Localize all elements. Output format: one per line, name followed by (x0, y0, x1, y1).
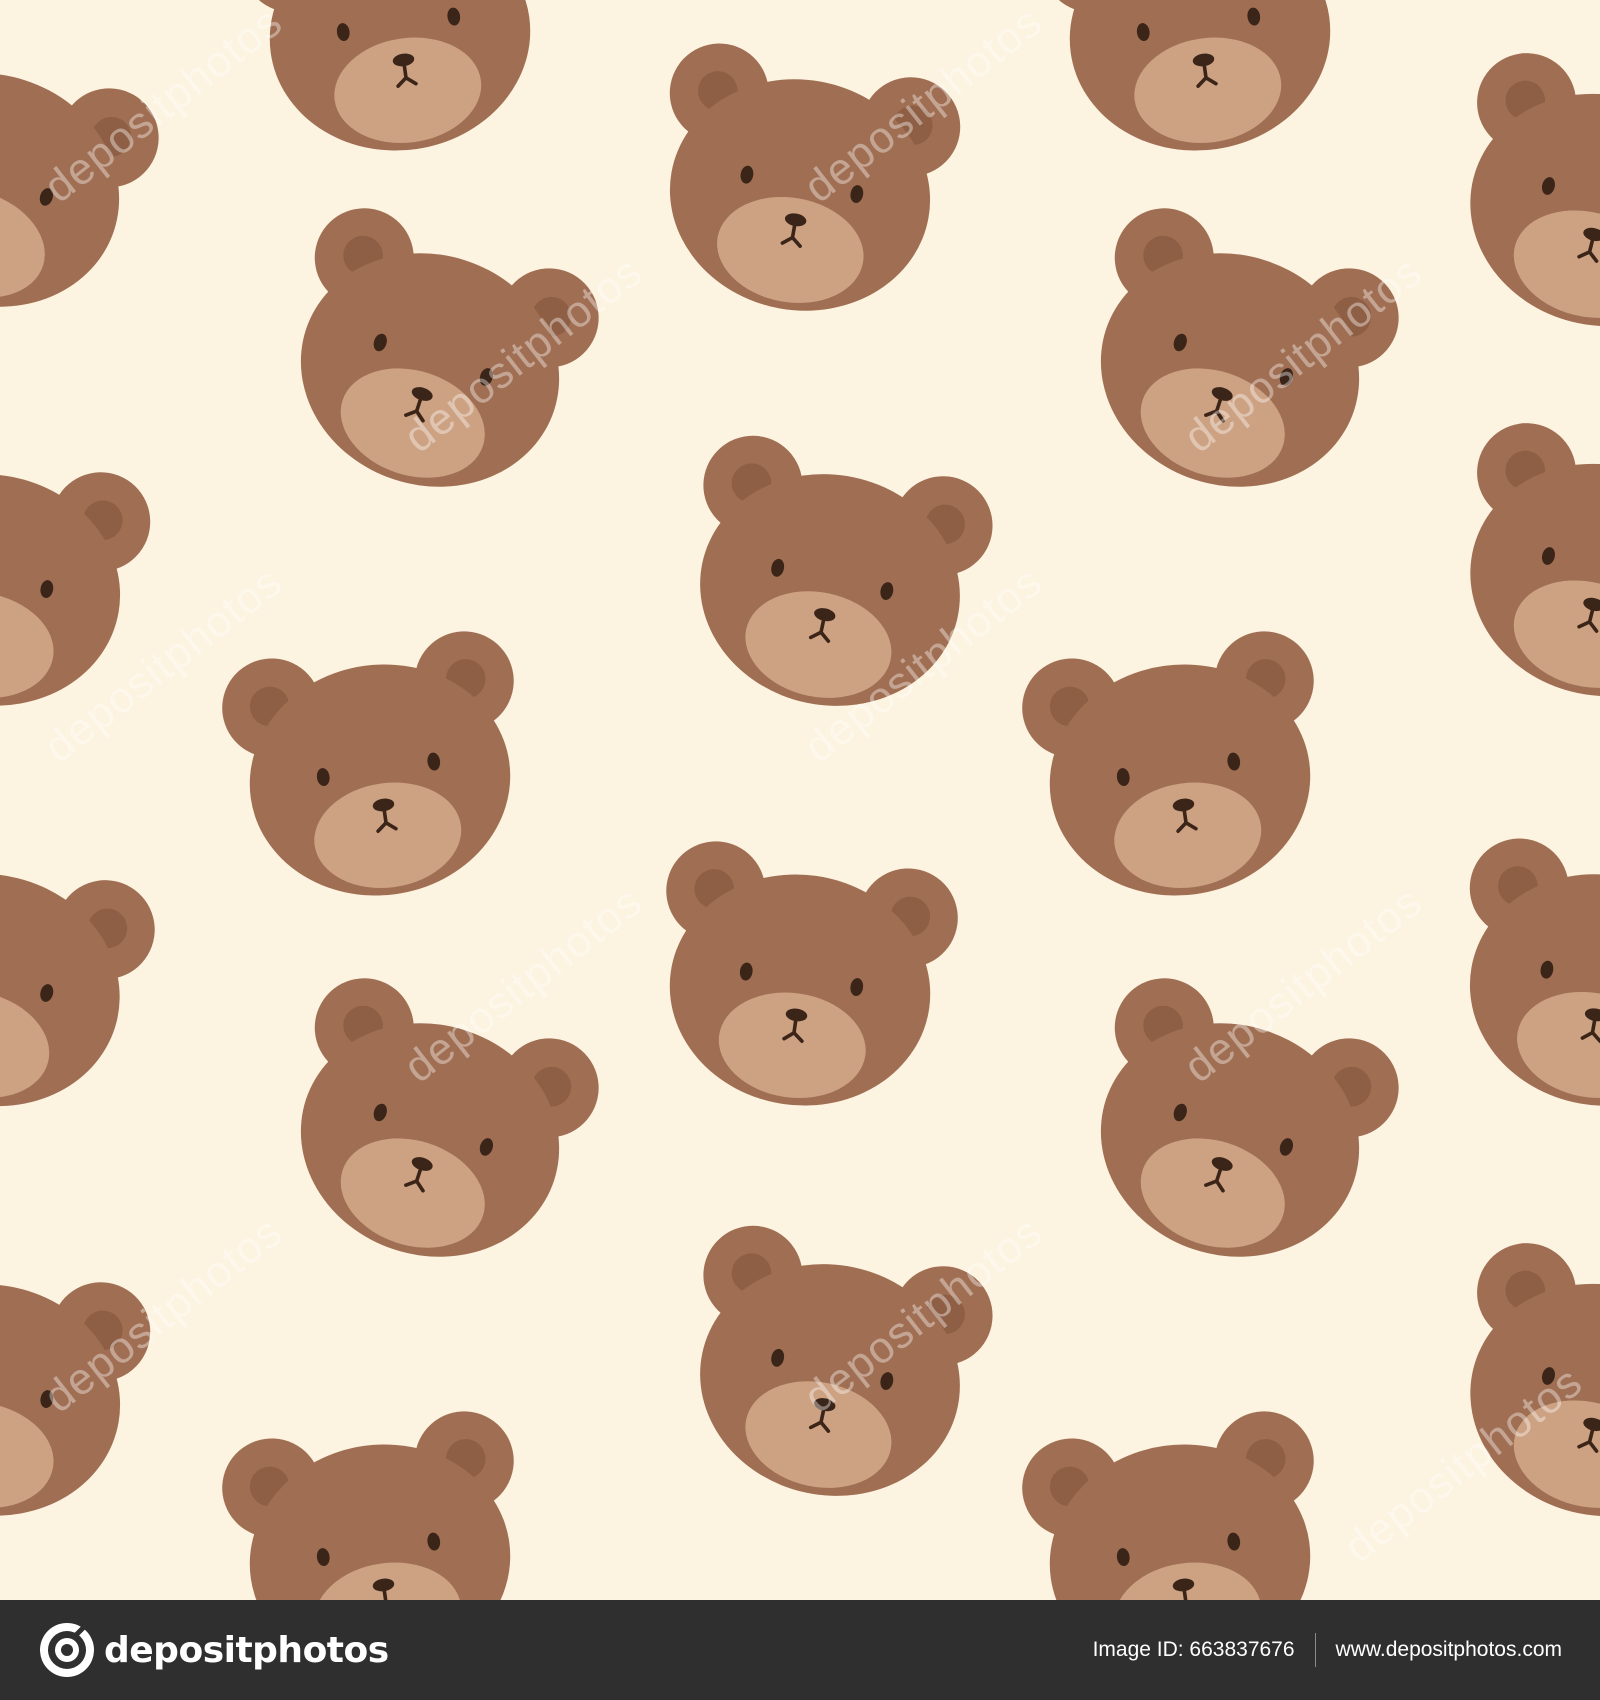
bear-head (253, 963, 614, 1297)
bear-head (1433, 828, 1600, 1131)
footer-divider (1314, 1633, 1316, 1667)
image-info: Image ID: 663837676 www.depositphotos.co… (1093, 1633, 1562, 1667)
stock-footer-bar: depositphotos Image ID: 663837676 www.de… (0, 1600, 1600, 1700)
brand[interactable]: depositphotos (40, 1623, 389, 1677)
stock-image-preview: depositphotos depositphotos depositphotos d… (0, 0, 1600, 1700)
bear-head (1014, 1403, 1344, 1600)
bear-head (234, 0, 564, 172)
bear-head (0, 428, 160, 731)
bear-head (1427, 40, 1600, 360)
depositphotos-logo-icon (40, 1623, 94, 1677)
bear-head (1427, 410, 1600, 730)
bear-head (214, 1403, 544, 1600)
bear-head (0, 1238, 160, 1541)
brand-name: depositphotos (104, 1629, 389, 1671)
bear-head (1034, 0, 1364, 172)
bear-head (633, 33, 970, 336)
image-id: Image ID: 663837676 (1092, 1638, 1295, 1661)
bear-head (1053, 193, 1414, 527)
bear-head (660, 1214, 1004, 1525)
bear-head (0, 820, 168, 1140)
bear-head (253, 193, 614, 527)
bear-head (636, 833, 966, 1127)
bear-head (1053, 963, 1414, 1297)
bear-head (214, 623, 544, 917)
bear-pattern-canvas (0, 0, 1600, 1600)
bear-head (0, 13, 174, 347)
bear-head (1014, 623, 1344, 917)
bear-head (1427, 1230, 1600, 1550)
website-link[interactable]: www.depositphotos.com (1336, 1638, 1562, 1662)
teddy-bear-pattern (0, 0, 1600, 1600)
bear-head (660, 424, 1004, 735)
